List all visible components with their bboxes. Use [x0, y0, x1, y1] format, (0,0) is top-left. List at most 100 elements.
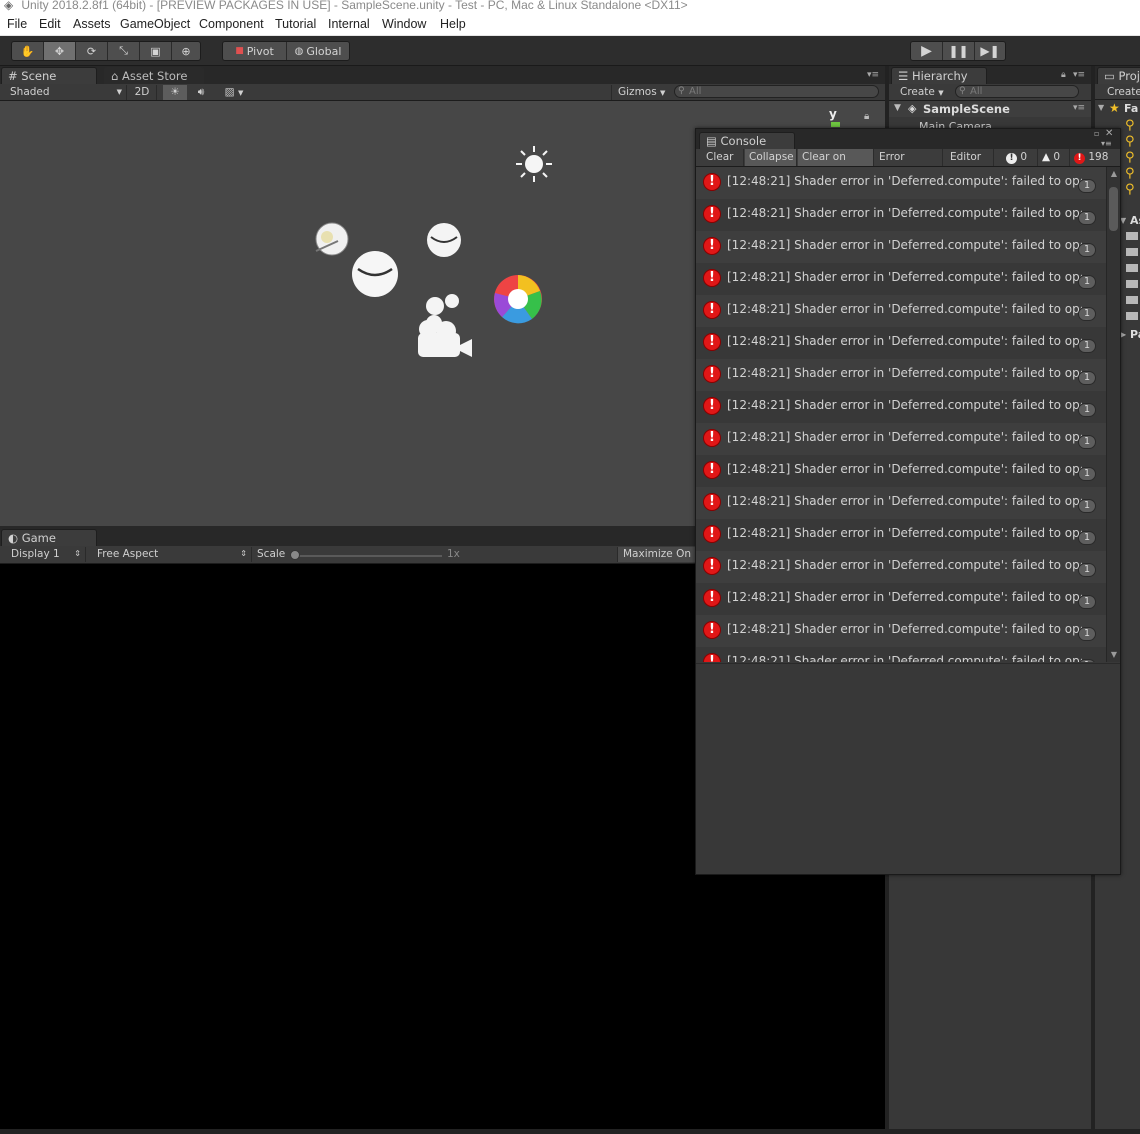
clear-button[interactable]: Clear [702, 149, 744, 166]
panel-menu-icon[interactable]: ▾≡ [1101, 139, 1112, 148]
editor-dropdown[interactable]: Editor ▼ [946, 149, 994, 178]
move-tool-button[interactable]: ✥ [44, 42, 76, 60]
info-filter-toggle[interactable]: ! 0 [1002, 149, 1038, 166]
console-log-entry[interactable]: ! [12:48:21] Shader error in 'Deferred.co… [696, 455, 1106, 487]
favorites-label[interactable]: Fa [1124, 102, 1138, 115]
error-filter-toggle[interactable]: ! 198 [1070, 149, 1120, 166]
scrollbar-thumb[interactable] [1109, 187, 1118, 231]
step-button[interactable]: ▶❚ [975, 42, 1005, 60]
console-log-entry[interactable]: ! [12:48:21] Shader error in 'Deferred.co… [696, 647, 1106, 662]
scene-root-row[interactable]: ▼ ◈ SampleScene ▾≡ [889, 101, 1091, 117]
console-log-entry[interactable]: ! [12:48:21] Shader error in 'Deferred.co… [696, 167, 1106, 199]
menu-edit[interactable]: Edit [39, 17, 61, 31]
folder-icon[interactable] [1126, 312, 1138, 320]
hierarchy-search-input[interactable]: All [955, 85, 1079, 98]
project-create-dropdown[interactable]: Create [1107, 85, 1140, 100]
assets-label[interactable]: As [1130, 214, 1140, 227]
pivot-toggle[interactable]: ■ Pivot [223, 42, 287, 60]
console-log-entry[interactable]: ! [12:48:21] Shader error in 'Deferred.co… [696, 199, 1106, 231]
tab-scene[interactable]: # Scene [1, 67, 97, 84]
folder-icon[interactable] [1126, 264, 1138, 272]
rect-tool-button[interactable]: ▣ [140, 42, 172, 60]
menu-assets[interactable]: Assets [73, 17, 111, 31]
console-log-entry[interactable]: ! [12:48:21] Shader error in 'Deferred.co… [696, 391, 1106, 423]
panel-menu-icon[interactable]: ▾≡ [867, 70, 879, 80]
scroll-down-icon[interactable]: ▼ [1109, 650, 1119, 660]
play-button[interactable]: ▶ [911, 42, 943, 60]
console-log-entry[interactable]: ! [12:48:21] Shader error in 'Deferred.co… [696, 583, 1106, 615]
camera-icon[interactable] [414, 291, 476, 361]
search-icon[interactable]: ⚲ [1125, 150, 1135, 165]
menu-help[interactable]: Help [440, 17, 466, 31]
console-scrollbar[interactable]: ▲ ▼ [1106, 167, 1120, 662]
folder-icon[interactable] [1126, 296, 1138, 304]
tab-console[interactable]: ▤ Console [699, 132, 795, 149]
directional-light-icon[interactable] [514, 144, 554, 184]
tab-asset-store[interactable]: ⌂ Asset Store [104, 67, 204, 84]
search-icon[interactable]: ⚲ [1125, 182, 1135, 197]
global-toggle[interactable]: ◍ Global [287, 42, 349, 60]
2d-toggle[interactable]: 2D [128, 85, 157, 100]
lighting-toggle[interactable]: ☀ [163, 85, 187, 100]
lock-icon[interactable]: 🔒︎ [864, 111, 869, 122]
warning-filter-toggle[interactable]: ▲ 0 [1038, 149, 1070, 166]
console-log-entry[interactable]: ! [12:48:21] Shader error in 'Deferred.co… [696, 263, 1106, 295]
scale-tool-button[interactable]: ⤡ [108, 42, 140, 60]
scene-search-input[interactable]: All [674, 85, 879, 98]
clear-on-play-toggle[interactable]: Clear on Play [798, 149, 874, 179]
expand-arrow-icon[interactable]: ▼ [1098, 103, 1104, 112]
error-pause-toggle[interactable]: Error Pause [875, 149, 943, 179]
folder-icon[interactable] [1126, 280, 1138, 288]
tab-hierarchy[interactable]: ☰ Hierarchy [891, 67, 987, 84]
transform-tool-button[interactable]: ⊕ [172, 42, 200, 60]
menu-gameobject[interactable]: GameObject [120, 17, 190, 31]
rotate-tool-button[interactable]: ⟳ [76, 42, 108, 60]
display-dropdown[interactable]: Display 1 ⇕ [0, 547, 86, 562]
axis-y-gizmo[interactable] [831, 122, 840, 127]
packages-label[interactable]: Pa [1130, 328, 1140, 341]
light-probe-icon[interactable] [425, 221, 463, 259]
reflection-probe-icon[interactable] [312, 221, 352, 261]
tab-game[interactable]: ◐ Game [1, 529, 97, 546]
console-detail-pane[interactable] [696, 663, 1120, 874]
console-log-entry[interactable]: ! [12:48:21] Shader error in 'Deferred.co… [696, 327, 1106, 359]
tab-project[interactable]: ▭ Proj [1097, 67, 1140, 84]
maximize-on-play-toggle[interactable]: Maximize On P [617, 547, 695, 562]
menu-tutorial[interactable]: Tutorial [275, 17, 316, 31]
menu-window[interactable]: Window [382, 17, 426, 31]
menu-component[interactable]: Component [199, 17, 264, 31]
menu-internal[interactable]: Internal [328, 17, 370, 31]
panel-menu-icon[interactable]: ▾≡ [1073, 70, 1085, 80]
close-icon[interactable]: ✕ [1105, 128, 1113, 139]
scale-slider-handle[interactable] [290, 550, 300, 560]
gizmos-dropdown[interactable]: Gizmos ▼ [611, 85, 667, 100]
folder-icon[interactable] [1126, 232, 1138, 240]
console-log-entry[interactable]: ! [12:48:21] Shader error in 'Deferred.co… [696, 615, 1106, 647]
hand-tool-button[interactable]: ✋ [12, 42, 44, 60]
post-process-volume-icon[interactable] [492, 273, 544, 325]
collapse-toggle[interactable]: Collapse [745, 149, 797, 166]
hierarchy-create-dropdown[interactable]: Create ▼ [893, 85, 948, 100]
aspect-dropdown[interactable]: Free Aspect ⇕ [87, 547, 252, 562]
expand-arrow-icon[interactable]: ▼ [894, 103, 901, 113]
console-log-entry[interactable]: ! [12:48:21] Shader error in 'Deferred.co… [696, 359, 1106, 391]
console-log-list[interactable]: ! [12:48:21] Shader error in 'Deferred.co… [696, 167, 1106, 662]
audio-toggle[interactable]: 🔊︎ [189, 85, 213, 100]
pause-button[interactable]: ❚❚ [943, 42, 975, 60]
sphere-gizmo-icon[interactable] [350, 249, 400, 299]
console-log-entry[interactable]: ! [12:48:21] Shader error in 'Deferred.co… [696, 423, 1106, 455]
console-log-entry[interactable]: ! [12:48:21] Shader error in 'Deferred.co… [696, 295, 1106, 327]
effects-dropdown[interactable]: ▨ ▼ [217, 85, 251, 100]
search-icon[interactable]: ⚲ [1125, 134, 1135, 149]
maximize-icon[interactable]: ▫ [1094, 129, 1099, 138]
shading-mode-dropdown[interactable]: Shaded ▼ [0, 85, 127, 100]
search-icon[interactable]: ⚲ [1125, 118, 1135, 133]
search-icon[interactable]: ⚲ [1125, 166, 1135, 181]
scale-slider-track[interactable] [294, 555, 442, 557]
folder-icon[interactable] [1126, 248, 1138, 256]
menu-file[interactable]: File [7, 17, 27, 31]
scene-menu-icon[interactable]: ▾≡ [1073, 103, 1085, 113]
console-log-entry[interactable]: ! [12:48:21] Shader error in 'Deferred.co… [696, 487, 1106, 519]
console-log-entry[interactable]: ! [12:48:21] Shader error in 'Deferred.co… [696, 231, 1106, 263]
console-log-entry[interactable]: ! [12:48:21] Shader error in 'Deferred.co… [696, 551, 1106, 583]
